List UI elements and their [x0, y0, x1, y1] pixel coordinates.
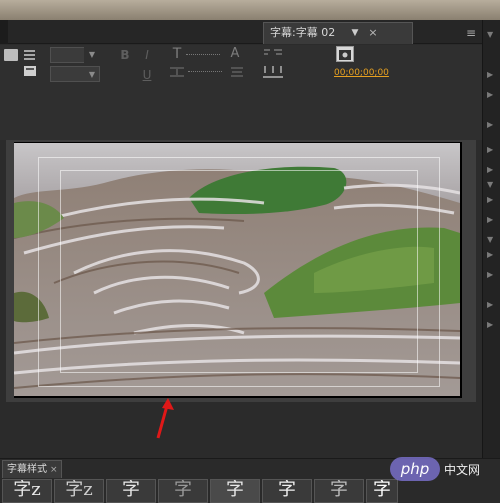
- style-swatch[interactable]: 字: [314, 479, 364, 503]
- bold-button[interactable]: B: [118, 48, 132, 62]
- timecode[interactable]: 00;00;00;00: [334, 68, 394, 80]
- text-size-icon[interactable]: T: [170, 46, 184, 62]
- divider: [186, 54, 220, 55]
- style-swatch[interactable]: 字: [262, 479, 312, 503]
- top-strip: [0, 0, 500, 20]
- tab-stops-icon[interactable]: [22, 48, 38, 62]
- expand-icon[interactable]: ▶: [487, 270, 497, 280]
- expand-icon[interactable]: ▶: [487, 320, 497, 330]
- panel-tab-row: [0, 20, 500, 44]
- tracking-icon[interactable]: [228, 64, 246, 78]
- styles-tab-label: 字幕样式: [7, 464, 47, 475]
- expand-icon[interactable]: ▶: [487, 195, 497, 205]
- properties-panel-collapsed: ▼ ▶ ▶ ▶ ▶ ▶ ▼ ▶ ▶ ▼ ▶ ▶ ▶ ▶: [482, 20, 500, 501]
- title-panel-tab[interactable]: 字幕:字幕 02 ▼ ×: [263, 22, 413, 44]
- title-tab-label: 字幕:字幕 02: [270, 26, 336, 39]
- leading-icon[interactable]: [168, 64, 186, 78]
- expand-icon[interactable]: ▶: [487, 300, 497, 310]
- site-watermark: php 中文网: [390, 455, 480, 483]
- expand-icon[interactable]: ▼: [487, 30, 497, 40]
- watermark-logo: php: [390, 457, 440, 481]
- underline-button[interactable]: U: [140, 68, 154, 82]
- style-swatch[interactable]: 字: [158, 479, 208, 503]
- template-icon[interactable]: [22, 64, 38, 78]
- close-icon[interactable]: ×: [366, 23, 380, 43]
- style-swatch[interactable]: 字z: [54, 479, 104, 503]
- watermark-site-name: 中文网: [444, 463, 481, 477]
- expand-icon[interactable]: ▶: [487, 165, 497, 175]
- style-swatch[interactable]: 字: [106, 479, 156, 503]
- roll-crawl-icon[interactable]: [4, 49, 18, 61]
- expand-icon[interactable]: ▼: [487, 235, 497, 245]
- expand-icon[interactable]: ▶: [487, 70, 497, 80]
- italic-button[interactable]: I: [140, 48, 154, 62]
- divider: [188, 71, 222, 72]
- expand-icon[interactable]: ▼: [487, 180, 497, 190]
- panel-menu-icon[interactable]: ≡: [462, 26, 480, 40]
- expand-icon[interactable]: ▶: [487, 145, 497, 155]
- panel-edge: [0, 20, 8, 44]
- title-safe-margin: [60, 170, 418, 373]
- expand-icon[interactable]: ▶: [487, 120, 497, 130]
- title-styles-tab[interactable]: 字幕样式 ×: [2, 460, 62, 478]
- font-style-select[interactable]: ▼: [50, 66, 100, 82]
- chevron-down-icon[interactable]: ▼: [346, 23, 364, 43]
- chevron-down-icon[interactable]: ▼: [84, 47, 100, 63]
- show-background-video-icon[interactable]: [336, 46, 354, 62]
- close-icon[interactable]: ×: [50, 465, 58, 475]
- tab-ruler-icon[interactable]: [262, 64, 284, 80]
- kerning-icon[interactable]: A: [228, 46, 242, 62]
- expand-icon[interactable]: ▶: [487, 250, 497, 260]
- expand-icon[interactable]: ▶: [487, 215, 497, 225]
- red-arrow-annotation: [156, 398, 174, 439]
- style-swatch[interactable]: 字z: [2, 479, 52, 503]
- style-swatch[interactable]: 字: [210, 479, 260, 503]
- align-icons[interactable]: [262, 46, 284, 60]
- expand-icon[interactable]: ▶: [487, 90, 497, 100]
